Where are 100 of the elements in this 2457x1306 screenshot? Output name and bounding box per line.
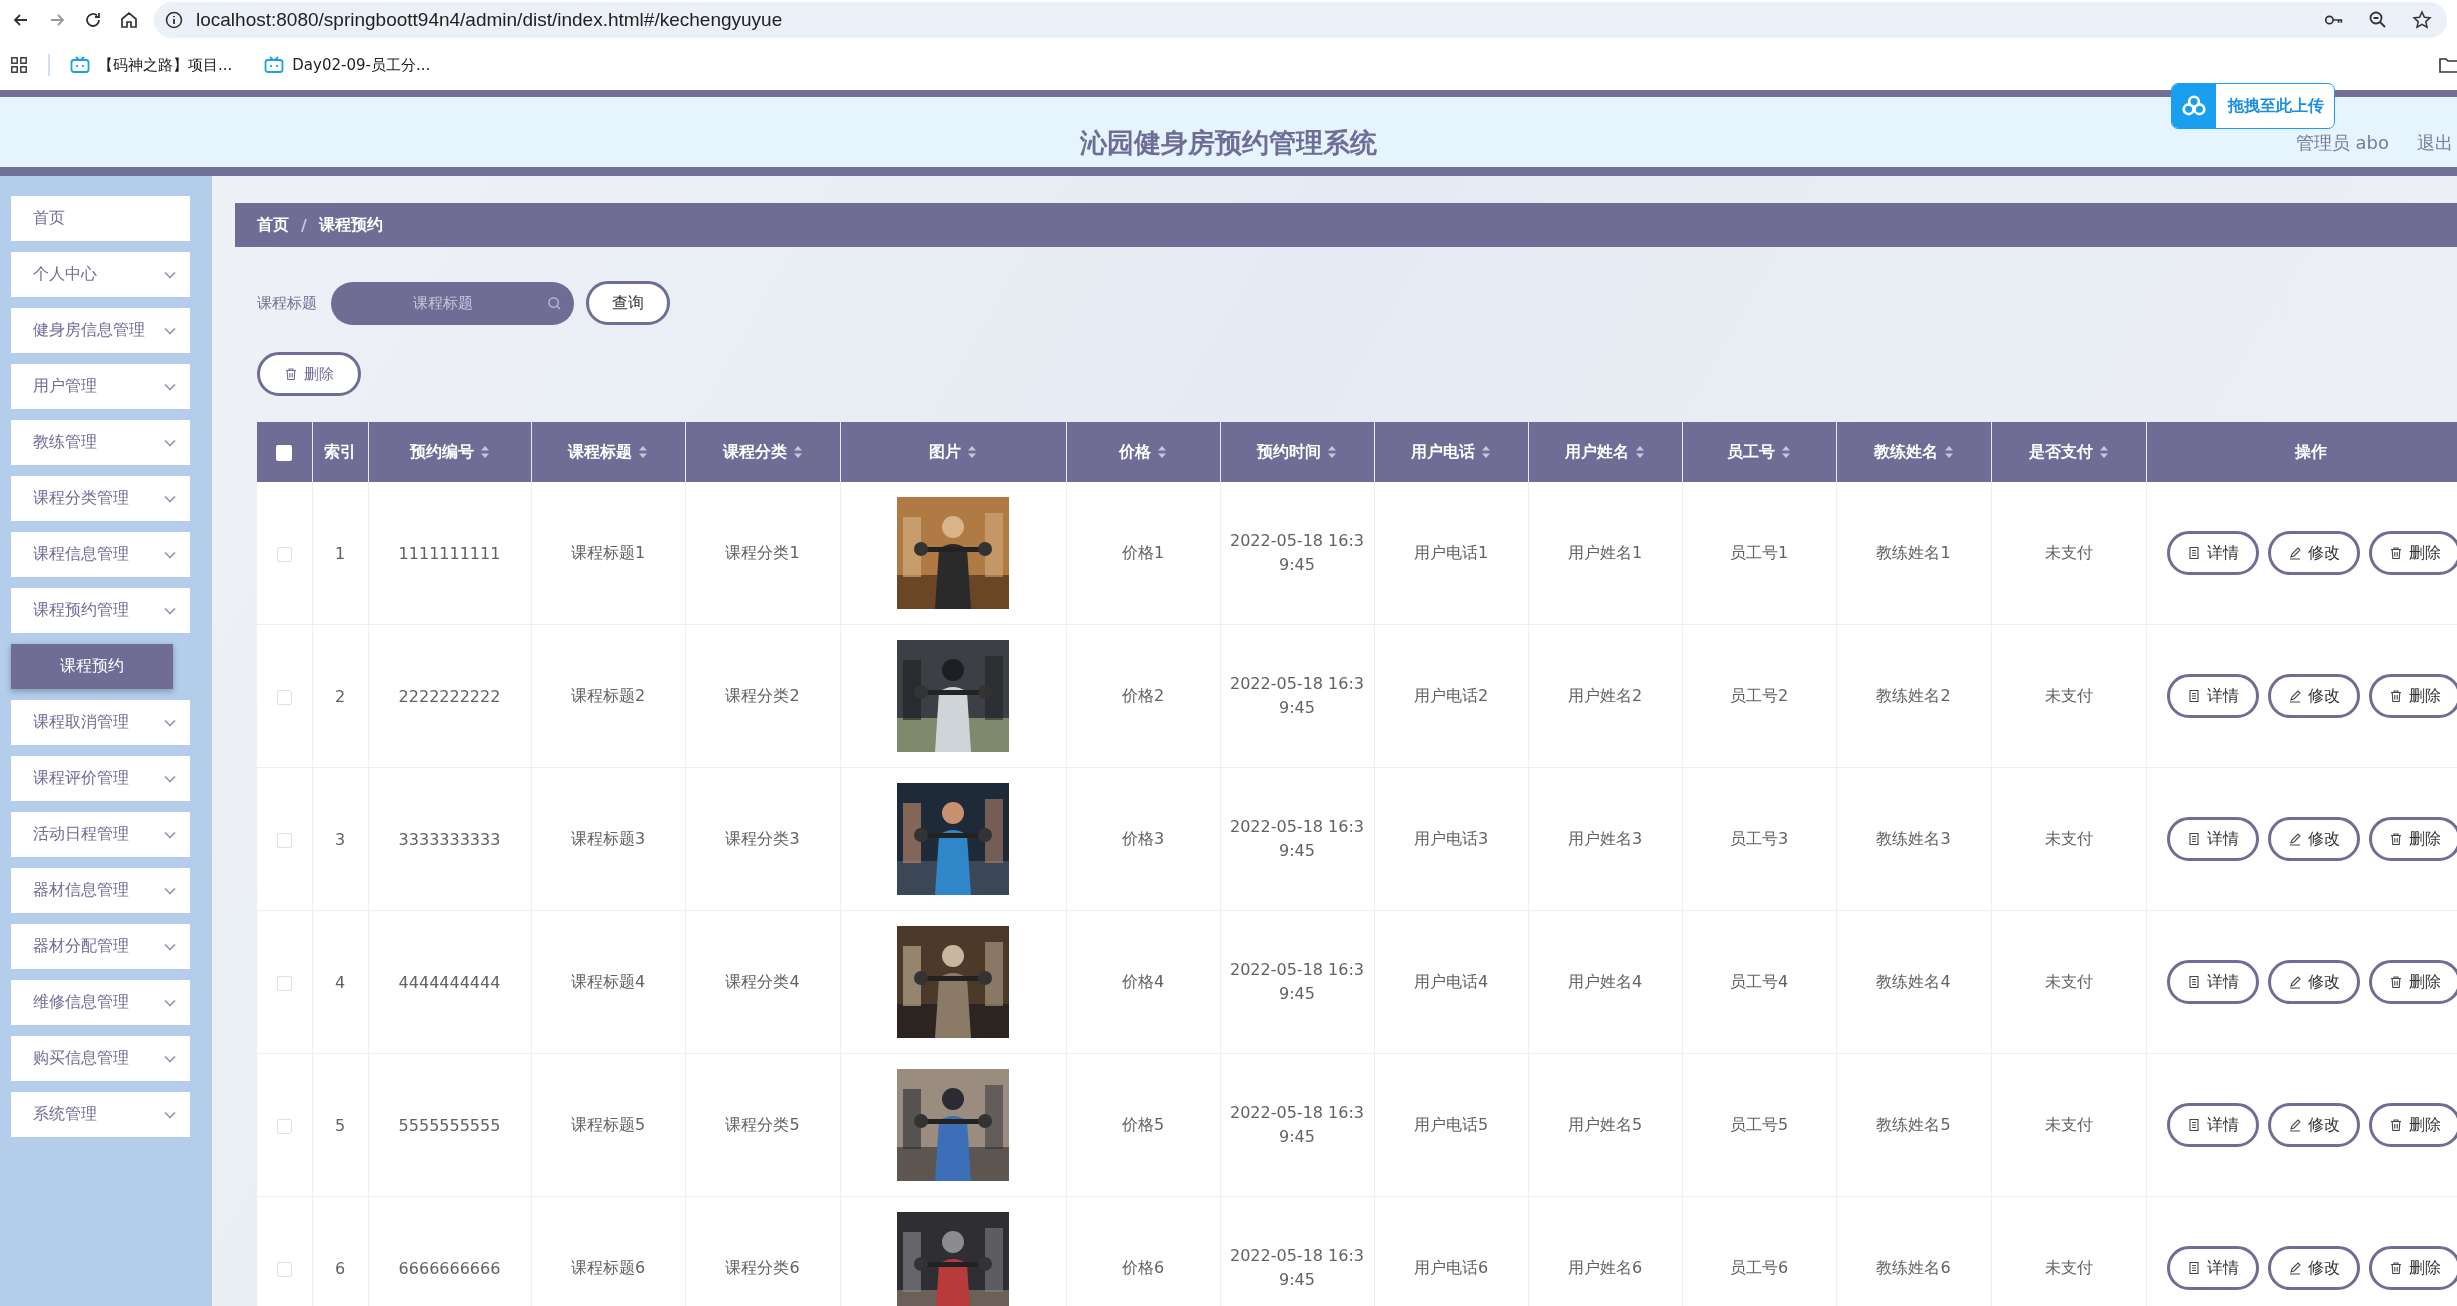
delete-button[interactable]: 删除: [2368, 531, 2457, 575]
chevron-down-icon: [164, 774, 176, 783]
detail-button[interactable]: 详情: [2166, 1103, 2259, 1147]
column-header[interactable]: 课程标题: [531, 422, 685, 482]
trash-icon: [2388, 832, 2403, 846]
delete-button[interactable]: 删除: [2368, 960, 2457, 1004]
column-header[interactable]: 是否支付: [1991, 422, 2146, 482]
info-icon[interactable]: [164, 10, 184, 30]
table-cell: 5: [312, 1053, 368, 1197]
folder-icon[interactable]: [2439, 57, 2457, 73]
menu-item[interactable]: 个人中心: [11, 252, 190, 297]
sort-icon: [1781, 445, 1791, 459]
menu-item[interactable]: 活动日程管理: [11, 812, 190, 857]
edit-button[interactable]: 修改: [2267, 1246, 2360, 1290]
row-checkbox[interactable]: [276, 975, 292, 991]
table-cell: 用户姓名1: [1528, 482, 1682, 625]
table-cell: 用户姓名4: [1528, 910, 1682, 1054]
query-button[interactable]: 查询: [586, 281, 670, 325]
delete-button[interactable]: 删除: [2368, 1246, 2457, 1290]
logout-link[interactable]: 退出: [2417, 131, 2453, 155]
sort-icon: [1943, 445, 1954, 459]
column-header[interactable]: 价格: [1066, 422, 1220, 482]
edit-button[interactable]: 修改: [2267, 960, 2360, 1004]
detail-button[interactable]: 详情: [2166, 1246, 2259, 1290]
upload-widget[interactable]: 拖拽至此上传: [2171, 83, 2335, 129]
chevron-down-icon: [164, 382, 176, 391]
column-header[interactable]: 用户姓名: [1528, 422, 1682, 482]
document-icon: [2186, 832, 2201, 846]
column-header[interactable]: 预约时间: [1220, 422, 1374, 482]
column-header[interactable]: 图片: [840, 422, 1066, 482]
chevron-down-icon: [164, 326, 176, 335]
table-cell: 课程分类3: [685, 767, 840, 911]
column-header[interactable]: 用户电话: [1374, 422, 1528, 482]
menu-item[interactable]: 课程分类管理: [11, 476, 190, 521]
row-checkbox[interactable]: [276, 832, 292, 848]
document-icon: [2186, 546, 2201, 560]
pen-icon: [2287, 1261, 2302, 1275]
trash-icon: [284, 367, 298, 381]
column-header: 索引: [312, 422, 368, 482]
table-cell: 价格4: [1066, 910, 1220, 1054]
address-bar[interactable]: localhost:8080/springboott94n4/admin/dist/index.html#/kechengyuyue: [154, 2, 2447, 38]
apps-icon[interactable]: [10, 56, 28, 74]
table-cell: 2222222222: [368, 624, 531, 768]
table-cell: 教练姓名6: [1836, 1196, 1991, 1306]
menu-item[interactable]: 课程评价管理: [11, 756, 190, 801]
menu-item[interactable]: 器材信息管理: [11, 868, 190, 913]
detail-button[interactable]: 详情: [2166, 960, 2259, 1004]
row-checkbox[interactable]: [276, 1118, 292, 1134]
table-cell: 教练姓名5: [1836, 1053, 1991, 1197]
delete-button[interactable]: 删除: [2368, 817, 2457, 861]
detail-button[interactable]: 详情: [2166, 531, 2259, 575]
column-header[interactable]: 课程分类: [685, 422, 840, 482]
select-all-checkbox[interactable]: [276, 445, 293, 461]
menu-item[interactable]: 用户管理: [11, 364, 190, 409]
menu-item[interactable]: 课程预约管理: [11, 588, 190, 633]
table-cell: 4: [312, 910, 368, 1054]
menu-item[interactable]: 维修信息管理: [11, 980, 190, 1025]
row-checkbox[interactable]: [276, 546, 292, 562]
table-cell: 价格2: [1066, 624, 1220, 768]
bookmark-link[interactable]: 【码神之路】项目...: [70, 55, 233, 75]
chevron-down-icon: [164, 998, 176, 1007]
edit-button[interactable]: 修改: [2267, 1103, 2360, 1147]
breadcrumb-link[interactable]: 首页: [257, 214, 289, 236]
menu-item[interactable]: 健身房信息管理: [11, 308, 190, 353]
table-cell: 用户姓名5: [1528, 1053, 1682, 1197]
row-checkbox[interactable]: [276, 689, 292, 705]
detail-button[interactable]: 详情: [2166, 817, 2259, 861]
home-icon[interactable]: [118, 10, 140, 30]
detail-button[interactable]: 详情: [2166, 674, 2259, 718]
table-cell: 3333333333: [368, 767, 531, 911]
column-header: 操作: [2146, 422, 2457, 482]
row-checkbox[interactable]: [276, 1261, 292, 1277]
submenu-item[interactable]: 课程预约: [11, 644, 173, 689]
table-cell: 4444444444: [368, 910, 531, 1054]
menu-item[interactable]: 教练管理: [11, 420, 190, 465]
breadcrumb-link[interactable]: 课程预约: [318, 214, 383, 236]
delete-button[interactable]: 删除: [257, 352, 361, 396]
delete-button[interactable]: 删除: [2368, 674, 2457, 718]
menu-item[interactable]: 首页: [11, 196, 190, 241]
edit-button[interactable]: 修改: [2267, 531, 2360, 575]
table-cell: 课程标题1: [531, 482, 685, 625]
sort-icon: [638, 445, 648, 459]
search-field[interactable]: 课程标题: [331, 281, 574, 325]
time-cell: 2022-05-18 16:39:45: [1220, 767, 1374, 911]
table-cell: 课程标题4: [531, 910, 685, 1054]
menu-item[interactable]: 课程信息管理: [11, 532, 190, 577]
menu-item[interactable]: 系统管理: [11, 1092, 190, 1137]
column-header[interactable]: 员工号: [1682, 422, 1836, 482]
column-header[interactable]: 教练姓名: [1836, 422, 1991, 482]
edit-button[interactable]: 修改: [2267, 817, 2360, 861]
bookmark-link[interactable]: Day02-09-员工分...: [264, 55, 431, 75]
menu-item[interactable]: 购买信息管理: [11, 1036, 190, 1081]
document-icon: [2186, 1261, 2201, 1275]
edit-button[interactable]: 修改: [2267, 674, 2360, 718]
delete-button[interactable]: 删除: [2368, 1103, 2457, 1147]
menu-item[interactable]: 课程取消管理: [11, 700, 190, 745]
menu-item[interactable]: 器材分配管理: [11, 924, 190, 969]
star-icon[interactable]: [2411, 10, 2433, 30]
table-cell: 未支付: [1991, 624, 2146, 768]
column-header[interactable]: 预约编号: [368, 422, 531, 482]
